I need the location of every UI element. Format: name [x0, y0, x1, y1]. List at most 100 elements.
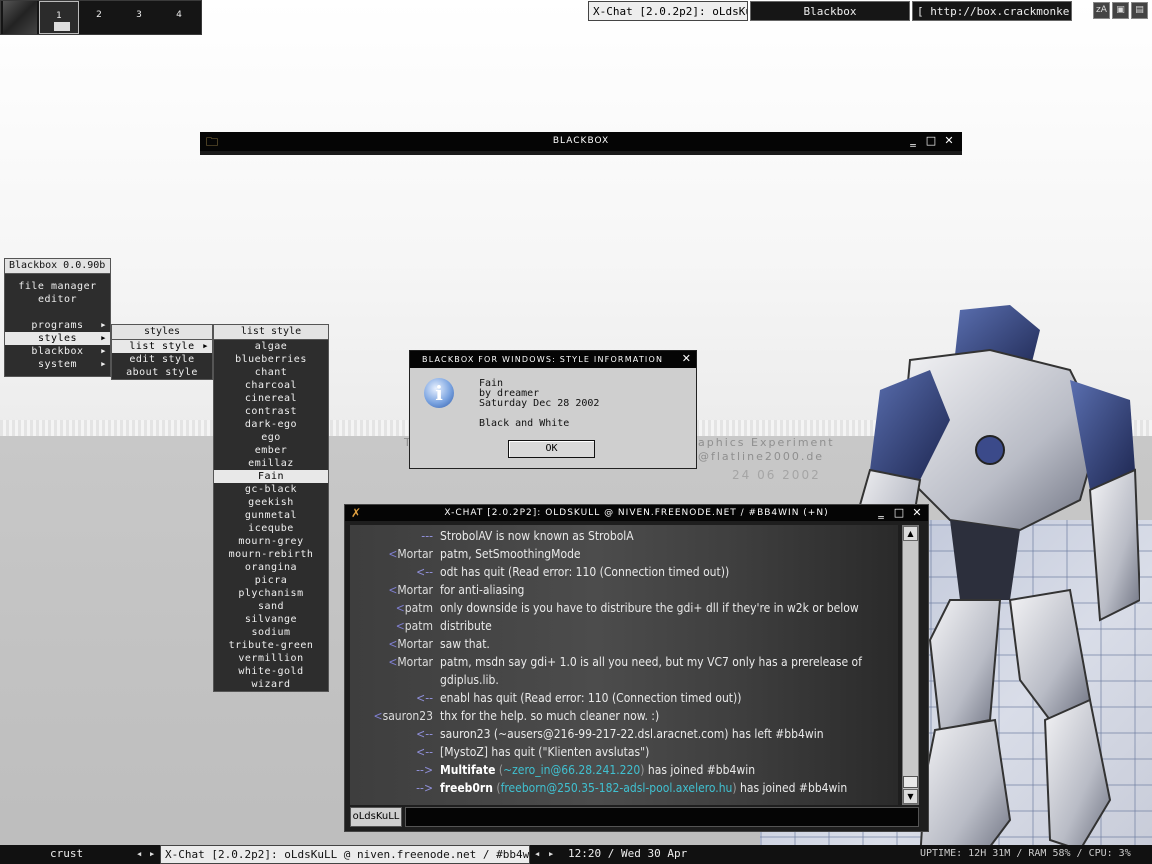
- style-item-mourn-grey[interactable]: mourn-grey: [214, 535, 328, 548]
- scrollbar-thumb[interactable]: [903, 776, 918, 788]
- style-item-picra[interactable]: picra: [214, 574, 328, 587]
- menu-item-list-style[interactable]: list style ▶: [112, 340, 212, 353]
- chat-input[interactable]: [405, 807, 919, 827]
- chat-nick[interactable]: <--: [416, 563, 433, 581]
- ok-button[interactable]: OK: [508, 440, 595, 458]
- menu-item-file-manager[interactable]: file manager: [5, 280, 110, 293]
- chat-nick[interactable]: <patm: [396, 599, 433, 617]
- blackbox-window-titlebar[interactable]: 🗀 Blackbox ‗ □ ✕: [200, 132, 962, 151]
- menu-item-programs[interactable]: programs ▶: [5, 319, 110, 332]
- nick-text: -->: [416, 781, 433, 795]
- style-item-gc-black[interactable]: gc-black: [214, 483, 328, 496]
- prev-workspace-icon[interactable]: ◀: [137, 845, 141, 864]
- menu-item-system[interactable]: system ▶: [5, 358, 110, 371]
- style-item-cinereal[interactable]: cinereal: [214, 392, 328, 405]
- chat-nick[interactable]: -->: [416, 779, 433, 797]
- workspace-3[interactable]: 3: [119, 1, 159, 34]
- blackbox-logo-icon[interactable]: [3, 1, 37, 34]
- chat-nick[interactable]: <patm: [396, 617, 433, 635]
- joined-user[interactable]: freeb0rn: [440, 781, 493, 795]
- menu-item-about-style[interactable]: about style: [112, 366, 212, 379]
- chat-nick[interactable]: <--: [416, 743, 433, 761]
- maximize-icon[interactable]: □: [925, 135, 938, 147]
- style-item-wizard[interactable]: wizard: [214, 678, 328, 691]
- taskbar-current-task[interactable]: X-Chat [2.0.2p2]: oLdsKuLL @ niven.freen…: [160, 845, 530, 864]
- chat-nick[interactable]: <Mortar: [388, 545, 433, 563]
- style-item-sand[interactable]: sand: [214, 600, 328, 613]
- nick-text: Mortar: [397, 547, 433, 561]
- chat-nick[interactable]: ---: [421, 527, 433, 545]
- style-item-dark-ego[interactable]: dark-ego: [214, 418, 328, 431]
- style-item-fain[interactable]: Fain: [214, 470, 328, 483]
- workspace-label: 1: [56, 11, 62, 21]
- chat-log[interactable]: --- StrobolAV is now known as StrobolA <Mo…: [350, 525, 898, 805]
- style-item-silvange[interactable]: silvange: [214, 613, 328, 626]
- style-item-vermillion[interactable]: vermillion: [214, 652, 328, 665]
- workspace-name[interactable]: crust: [50, 845, 83, 864]
- menu-item-blackbox[interactable]: blackbox ▶: [5, 345, 110, 358]
- root-menu-title: Blackbox 0.0.90b: [4, 258, 111, 274]
- message-text: sauron23 (~ausers@216-99-217-22.dsl.arac…: [440, 727, 824, 741]
- style-item-charcoal[interactable]: charcoal: [214, 379, 328, 392]
- style-item-tribute-green[interactable]: tribute-green: [214, 639, 328, 652]
- channel-tab[interactable]: oLdsKuLL: [350, 807, 402, 827]
- style-item-plychanism[interactable]: plychanism: [214, 587, 328, 600]
- chat-nick[interactable]: <--: [416, 725, 433, 743]
- chat-nick[interactable]: <--: [416, 689, 433, 707]
- nick-text: patm: [404, 601, 433, 615]
- style-item-sodium[interactable]: sodium: [214, 626, 328, 639]
- style-item-contrast[interactable]: contrast: [214, 405, 328, 418]
- next-workspace-icon[interactable]: ▶: [150, 845, 154, 864]
- task-browser[interactable]: [ http://box.crackmonke...: [912, 1, 1072, 21]
- chat-nick[interactable]: <Mortar: [388, 635, 433, 653]
- menu-item-editor[interactable]: editor: [5, 293, 110, 306]
- printer-icon[interactable]: ▤: [1131, 2, 1148, 19]
- style-item-orangina[interactable]: orangina: [214, 561, 328, 574]
- style-item-ego[interactable]: ego: [214, 431, 328, 444]
- style-item-blueberries[interactable]: blueberries: [214, 353, 328, 366]
- chat-nick[interactable]: <Mortar: [388, 581, 433, 599]
- menu-separator: [5, 306, 110, 319]
- disk-icon[interactable]: ▣: [1112, 2, 1129, 19]
- xchat-app-icon: ✗: [351, 506, 363, 520]
- menu-item-styles[interactable]: styles ▶: [5, 332, 110, 345]
- workspace-1[interactable]: 1: [39, 1, 79, 34]
- xchat-titlebar[interactable]: ✗ X-Chat [2.0.2p2]: oLdsKuLL @ niven.fre…: [345, 505, 928, 521]
- chat-scrollbar[interactable]: ▲ ▼: [902, 525, 919, 805]
- minimize-icon[interactable]: ‗: [907, 135, 920, 147]
- menu-item-edit-style[interactable]: edit style: [112, 353, 212, 366]
- message-text: for anti-aliasing: [440, 583, 525, 597]
- style-item-white-gold[interactable]: white-gold: [214, 665, 328, 678]
- nick-bracket: <: [388, 655, 398, 669]
- za-icon[interactable]: zA: [1093, 2, 1110, 19]
- workspace-4[interactable]: 4: [159, 1, 199, 34]
- close-icon[interactable]: ✕: [911, 507, 924, 519]
- style-item-gunmetal[interactable]: gunmetal: [214, 509, 328, 522]
- scroll-up-icon[interactable]: ▲: [903, 526, 918, 541]
- nick-bracket: <: [373, 709, 383, 723]
- style-item-ember[interactable]: ember: [214, 444, 328, 457]
- minimize-icon[interactable]: ‗: [875, 507, 888, 519]
- style-item-iceqube[interactable]: iceqube: [214, 522, 328, 535]
- style-item-emillaz[interactable]: emillaz: [214, 457, 328, 470]
- style-item-chant[interactable]: chant: [214, 366, 328, 379]
- style-item-algae[interactable]: algae: [214, 340, 328, 353]
- style-item-geekish[interactable]: geekish: [214, 496, 328, 509]
- dialog-titlebar[interactable]: Blackbox for Windows: Style Information: [410, 351, 696, 368]
- chat-nick[interactable]: <Mortar: [388, 653, 433, 671]
- maximize-icon[interactable]: □: [893, 507, 906, 519]
- scroll-down-icon[interactable]: ▼: [903, 789, 918, 804]
- joined-user[interactable]: Multifate: [440, 763, 495, 777]
- workspace-2[interactable]: 2: [79, 1, 119, 34]
- close-icon[interactable]: ✕: [943, 135, 956, 147]
- style-item-mourn-rebirth[interactable]: mourn-rebirth: [214, 548, 328, 561]
- chat-nick[interactable]: <sauron23: [374, 707, 433, 725]
- close-icon[interactable]: ✕: [682, 352, 691, 365]
- chat-nick[interactable]: -->: [416, 761, 433, 779]
- task-blackbox[interactable]: Blackbox: [750, 1, 910, 21]
- user-host: ~zero_in@66.28.241.220: [503, 763, 641, 777]
- next-task-icon[interactable]: ▶: [549, 845, 553, 864]
- window-title: X-Chat [2.0.2p2]: oLdsKuLL @ niven.freen…: [444, 508, 829, 518]
- prev-task-icon[interactable]: ◀: [535, 845, 539, 864]
- task-xchat[interactable]: X-Chat [2.0.2p2]: oLdsKu...: [588, 1, 748, 21]
